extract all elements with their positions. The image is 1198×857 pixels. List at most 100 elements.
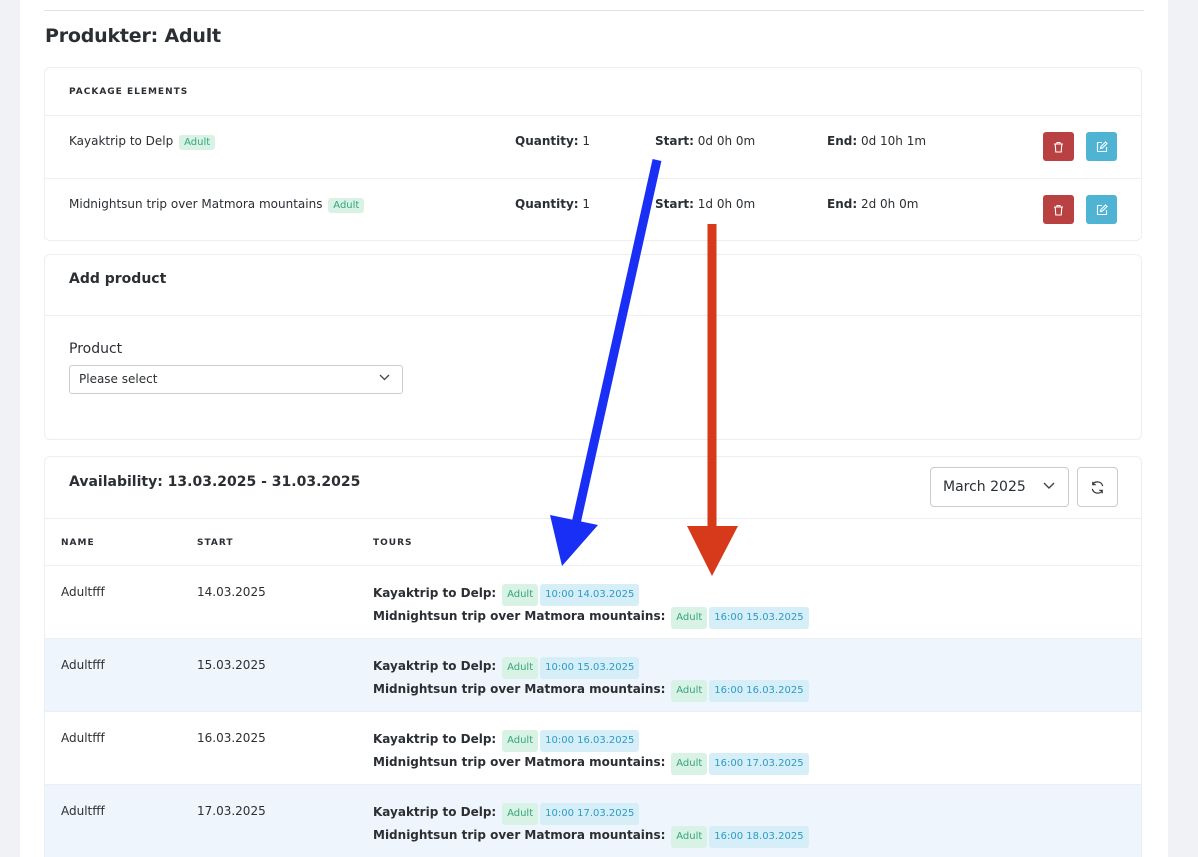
tour-time-tag: 10:00 15.03.2025 xyxy=(540,657,640,679)
trash-icon xyxy=(1054,141,1063,153)
tour-time-tag: 16:00 17.03.2025 xyxy=(709,753,809,775)
row-name: Adultfff xyxy=(61,804,105,818)
adult-tag: Adult xyxy=(502,803,539,825)
row-start: 16.03.2025 xyxy=(197,731,266,745)
tour-label: Midnightsun trip over Matmora mountains: xyxy=(373,682,666,696)
adult-tag: Adult xyxy=(671,753,708,775)
trash-icon xyxy=(1054,204,1063,216)
row-name: Adultfff xyxy=(61,658,105,672)
tour-label: Midnightsun trip over Matmora mountains: xyxy=(373,609,666,623)
end-value: 0d 10h 1m xyxy=(860,134,927,148)
quantity: Quantity: 1 xyxy=(515,197,590,211)
tour-line: Kayaktrip to Delp: Adult 10:00 14.03.2025 xyxy=(373,583,809,606)
end-value: 2d 0h 0m xyxy=(860,197,919,211)
table-header: NAME START TOURS xyxy=(45,518,1141,566)
tour-line: Midnightsun trip over Matmora mountains:… xyxy=(373,752,809,775)
tour-label: Kayaktrip to Delp: xyxy=(373,732,497,746)
tour-label: Kayaktrip to Delp: xyxy=(373,659,497,673)
chevron-down-icon xyxy=(379,374,390,381)
month-select-value: March 2025 xyxy=(943,479,1026,495)
table-row: Adultfff 16.03.2025 Kayaktrip to Delp: A… xyxy=(45,712,1141,785)
month-select[interactable]: March 2025 xyxy=(930,467,1069,507)
edit-button[interactable] xyxy=(1086,132,1117,161)
adult-tag: Adult xyxy=(671,680,708,702)
package-elements-card: PACKAGE ELEMENTS Kayaktrip to Delp Adult… xyxy=(44,67,1142,241)
end-offset: End: 2d 0h 0m xyxy=(827,197,918,211)
row-tours: Kayaktrip to Delp: Adult 10:00 17.03.2025… xyxy=(373,802,809,848)
start-offset: Start: 0d 0h 0m xyxy=(655,134,755,148)
package-item-name: Midnightsun trip over Matmora mountains … xyxy=(69,197,365,213)
edit-button[interactable] xyxy=(1086,195,1117,224)
table-row: Adultfff 14.03.2025 Kayaktrip to Delp: A… xyxy=(45,566,1141,639)
row-tours: Kayaktrip to Delp: Adult 10:00 16.03.2025… xyxy=(373,729,809,775)
tour-time-tag: 10:00 17.03.2025 xyxy=(540,803,640,825)
tour-line: Kayaktrip to Delp: Adult 10:00 15.03.2025 xyxy=(373,656,809,679)
column-header-start: START xyxy=(197,538,234,548)
row-tours: Kayaktrip to Delp: Adult 10:00 15.03.2025… xyxy=(373,656,809,702)
availability-title: Availability: 13.03.2025 - 31.03.2025 xyxy=(69,474,361,490)
start-value: 0d 0h 0m xyxy=(697,134,756,148)
quantity-value: 1 xyxy=(582,197,591,211)
start-label: Start: xyxy=(655,134,694,148)
tour-line: Kayaktrip to Delp: Adult 10:00 17.03.2025 xyxy=(373,802,809,825)
row-name: Adultfff xyxy=(61,585,105,599)
product-select-value: Please select xyxy=(79,372,158,386)
adult-tag: Adult xyxy=(179,135,216,150)
adult-tag: Adult xyxy=(671,607,708,629)
delete-button[interactable] xyxy=(1043,132,1074,161)
tour-time-tag: 16:00 18.03.2025 xyxy=(709,826,809,848)
tour-label: Midnightsun trip over Matmora mountains: xyxy=(373,828,666,842)
start-label: Start: xyxy=(655,197,694,211)
refresh-icon xyxy=(1091,480,1104,494)
tour-label: Midnightsun trip over Matmora mountains: xyxy=(373,755,666,769)
divider xyxy=(44,10,1144,11)
column-header-name: NAME xyxy=(61,538,95,548)
chevron-down-icon xyxy=(1043,482,1055,489)
row-start: 17.03.2025 xyxy=(197,804,266,818)
product-label: Product xyxy=(69,341,123,357)
row-start: 15.03.2025 xyxy=(197,658,266,672)
page-title: Produkter: Adult xyxy=(45,25,221,47)
row-start: 14.03.2025 xyxy=(197,585,266,599)
tour-line: Midnightsun trip over Matmora mountains:… xyxy=(373,679,809,702)
column-header-tours: TOURS xyxy=(373,538,413,548)
refresh-button[interactable] xyxy=(1077,467,1118,507)
availability-card: Availability: 13.03.2025 - 31.03.2025 Ma… xyxy=(44,456,1142,857)
edit-icon xyxy=(1096,140,1108,152)
adult-tag: Adult xyxy=(502,584,539,606)
adult-tag: Adult xyxy=(502,657,539,679)
package-row: Midnightsun trip over Matmora mountains … xyxy=(45,179,1141,242)
tour-time-tag: 16:00 15.03.2025 xyxy=(709,607,809,629)
tour-label: Kayaktrip to Delp: xyxy=(373,805,497,819)
tour-line: Kayaktrip to Delp: Adult 10:00 16.03.2025 xyxy=(373,729,809,752)
add-product-title: Add product xyxy=(45,255,1141,316)
quantity-label: Quantity: xyxy=(515,134,579,148)
row-tours: Kayaktrip to Delp: Adult 10:00 14.03.2025… xyxy=(373,583,809,629)
table-row: Adultfff 17.03.2025 Kayaktrip to Delp: A… xyxy=(45,785,1141,857)
tour-time-tag: 10:00 14.03.2025 xyxy=(540,584,640,606)
row-name: Adultfff xyxy=(61,731,105,745)
tour-line: Midnightsun trip over Matmora mountains:… xyxy=(373,606,809,629)
edit-icon xyxy=(1096,203,1108,215)
add-product-card: Add product Product Please select xyxy=(44,254,1142,440)
package-item-label: Kayaktrip to Delp xyxy=(69,134,174,148)
package-elements-header: PACKAGE ELEMENTS xyxy=(45,68,1141,116)
quantity-label: Quantity: xyxy=(515,197,579,211)
package-item-name: Kayaktrip to Delp Adult xyxy=(69,134,216,150)
quantity: Quantity: 1 xyxy=(515,134,590,148)
end-label: End: xyxy=(827,197,858,211)
tour-line: Midnightsun trip over Matmora mountains:… xyxy=(373,825,809,848)
product-select[interactable]: Please select xyxy=(69,365,403,394)
delete-button[interactable] xyxy=(1043,195,1074,224)
start-value: 1d 0h 0m xyxy=(697,197,756,211)
page-container: Produkter: Adult PACKAGE ELEMENTS Kayakt… xyxy=(20,0,1168,857)
table-row: Adultfff 15.03.2025 Kayaktrip to Delp: A… xyxy=(45,639,1141,712)
package-row: Kayaktrip to Delp Adult Quantity: 1 Star… xyxy=(45,116,1141,179)
end-label: End: xyxy=(827,134,858,148)
start-offset: Start: 1d 0h 0m xyxy=(655,197,755,211)
package-item-label: Midnightsun trip over Matmora mountains xyxy=(69,197,323,211)
adult-tag: Adult xyxy=(671,826,708,848)
end-offset: End: 0d 10h 1m xyxy=(827,134,926,148)
adult-tag: Adult xyxy=(328,198,365,213)
tour-time-tag: 10:00 16.03.2025 xyxy=(540,730,640,752)
